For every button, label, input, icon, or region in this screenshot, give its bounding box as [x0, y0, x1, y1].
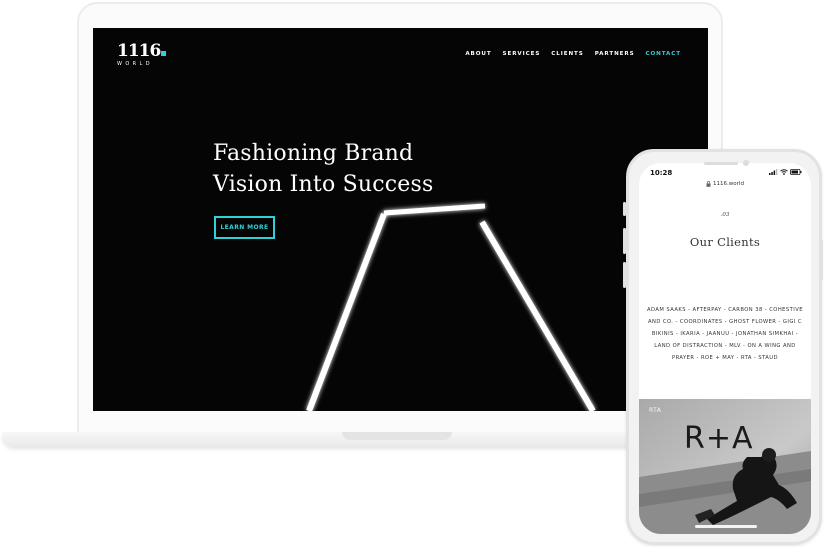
logo-wordmark: 1116: [117, 41, 161, 61]
laptop-opening-notch: [342, 432, 452, 440]
device-mockup-scene: 1116 WORLD ABOUT SERVICES CLIENTS PARTNE…: [0, 0, 825, 547]
site-logo[interactable]: 1116 WORLD: [117, 41, 167, 67]
hero-title-line-1: Fashioning Brand: [213, 141, 414, 166]
laptop-screen: 1116 WORLD ABOUT SERVICES CLIENTS PARTNE…: [93, 28, 708, 411]
section-number: .03: [720, 212, 730, 218]
hero-title-line-2: Vision Into Success: [213, 172, 434, 197]
clients-list: ADAM SAAKS - AFTERPAY - CARBON 38 - COHE…: [647, 307, 803, 361]
nav-clients[interactable]: CLIENTS: [551, 51, 583, 57]
client-card-label: RTA: [649, 407, 662, 414]
clients-heading: Our Clients: [689, 235, 761, 249]
logo-subtitle: WORLD: [117, 61, 153, 67]
logo-dot-icon: [161, 51, 167, 56]
client-card-rta[interactable]: RTA R+A: [639, 399, 811, 534]
phone-speaker: [704, 162, 738, 165]
phone-mute-switch: [623, 202, 626, 216]
phone-screen: 10:28 1116.world .03 Our Clients ADAM SA…: [639, 163, 811, 534]
client-card-photo: [639, 399, 811, 534]
phone-volume-down-button: [623, 262, 626, 288]
nav-partners[interactable]: PARTNERS: [595, 51, 635, 57]
phone-volume-up-button: [623, 228, 626, 254]
hero-title: Fashioning Brand Vision Into Success: [213, 138, 503, 200]
status-icons: [769, 169, 802, 175]
lock-icon: [706, 180, 711, 187]
phone-power-button: [820, 240, 823, 280]
signal-icon: [769, 169, 778, 175]
client-card-logo: R+A: [684, 421, 754, 456]
nav-about[interactable]: ABOUT: [465, 51, 491, 57]
status-time: 10:28: [650, 169, 673, 177]
battery-icon: [790, 169, 802, 175]
learn-more-button[interactable]: LEARN MORE: [214, 216, 275, 239]
nav-contact[interactable]: CONTACT: [646, 51, 681, 57]
phone-camera: [743, 160, 749, 166]
browser-url-bar[interactable]: 1116.world: [639, 178, 811, 189]
light-beam-artwork: [306, 203, 596, 411]
main-nav: ABOUT SERVICES CLIENTS PARTNERS CONTACT: [465, 51, 681, 57]
nav-services[interactable]: SERVICES: [503, 51, 541, 57]
home-indicator[interactable]: [695, 525, 757, 528]
wifi-icon: [780, 169, 788, 175]
url-text: 1116.world: [713, 180, 744, 187]
